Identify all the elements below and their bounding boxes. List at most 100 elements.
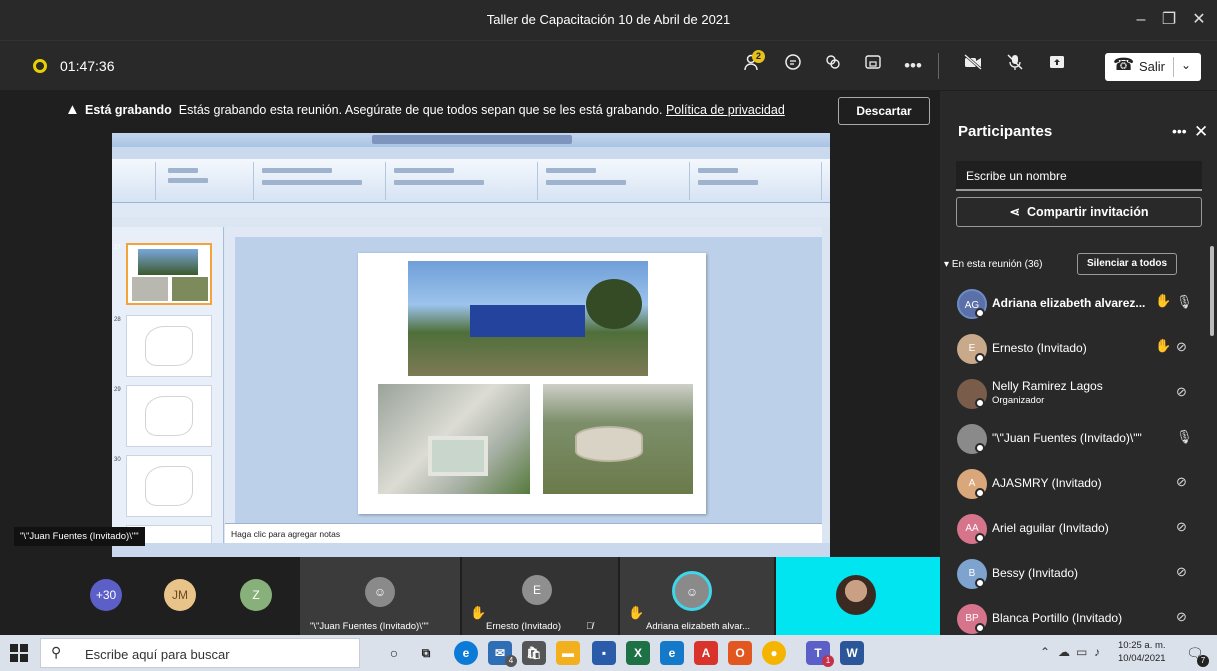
- edge-icon[interactable]: e: [454, 641, 478, 665]
- participant-name: "\"Juan Fuentes (Invitado)\"": [992, 431, 1142, 445]
- slide-thumbnail[interactable]: [126, 455, 212, 517]
- video-strip: +30 JM Z ☺ "\"Juan Fuentes (Invitado)\""…: [0, 557, 940, 635]
- chevron-down-icon[interactable]: ⌄: [1181, 58, 1191, 72]
- reactions-button[interactable]: [820, 53, 846, 79]
- word-icon[interactable]: W: [840, 641, 864, 665]
- recording-text: Estás grabando esta reunión. Asegúrate d…: [178, 103, 663, 117]
- dismiss-button[interactable]: Descartar: [838, 97, 930, 125]
- raised-hand-icon: ✋: [628, 605, 645, 620]
- mic-off-icon: 🎙̸: [586, 621, 594, 632]
- presence-status-icon: [975, 488, 985, 498]
- thumb-photo: [132, 277, 168, 301]
- slide-thumbnail[interactable]: [126, 315, 212, 377]
- editor-scrollbar[interactable]: [822, 227, 830, 523]
- rooms-button[interactable]: [860, 53, 886, 79]
- window-title-bar: Taller de Capacitación 10 de Abril de 20…: [0, 0, 1217, 40]
- privacy-link[interactable]: Política de privacidad: [666, 103, 785, 117]
- participant-row[interactable]: A AJASMRY (Invitado) ⊘: [940, 463, 1217, 503]
- participant-row[interactable]: B Bessy (Invitado) ⊘: [940, 553, 1217, 593]
- office-icon[interactable]: O: [728, 641, 752, 665]
- video-tile[interactable]: ☺ "\"Juan Fuentes (Invitado)\"": [300, 557, 460, 635]
- slide-number: 28: [114, 317, 121, 323]
- excel-icon[interactable]: X: [626, 641, 650, 665]
- self-video-tile[interactable]: [776, 557, 940, 635]
- restore-button[interactable]: ❐: [1156, 8, 1182, 32]
- tray-chevron-icon[interactable]: ⌃: [1040, 645, 1050, 659]
- app-icon[interactable]: ▪: [592, 641, 616, 665]
- reactions-icon: [826, 55, 840, 69]
- mute-all-button[interactable]: Silenciar a todos: [1077, 253, 1177, 275]
- presence-status-icon: [975, 623, 985, 633]
- video-tile[interactable]: ☺ ✋ Adriana elizabeth alvar...: [620, 557, 774, 635]
- blue-tank: [470, 305, 585, 337]
- leave-meeting-button[interactable]: ☎ Salir ⌄: [1105, 53, 1201, 81]
- presence-status-icon: [975, 443, 985, 453]
- share-screen-button[interactable]: [1044, 53, 1070, 79]
- camera-toggle-button[interactable]: [960, 53, 986, 79]
- notes-pane[interactable]: Haga clic para agregar notas: [225, 523, 822, 543]
- network-icon[interactable]: ▭: [1076, 645, 1087, 659]
- notifications-badge: 7: [1197, 655, 1209, 667]
- section-label: En esta reunión (36): [951, 259, 1043, 270]
- raised-hand-icon: ✋: [1155, 338, 1172, 353]
- slide-thumbnails: 27 28 29 30: [112, 227, 224, 557]
- participant-search-input[interactable]: Escribe un nombre: [956, 161, 1202, 191]
- participant-name: Nelly Ramirez Lagos: [992, 379, 1103, 393]
- close-window-button[interactable]: ✕: [1186, 8, 1212, 32]
- app-status-bar: [112, 543, 830, 557]
- participant-row[interactable]: Nelly Ramirez Lagos Organizador ⊘: [940, 373, 1217, 413]
- file-explorer-icon[interactable]: ▬: [556, 641, 580, 665]
- mic-toggle-button[interactable]: [1002, 53, 1028, 79]
- mic-off-icon: ⊘: [1176, 474, 1187, 489]
- chrome-icon[interactable]: ●: [762, 641, 786, 665]
- slide-thumbnail[interactable]: [126, 385, 212, 447]
- clock-date: 10/04/2021: [1118, 653, 1166, 664]
- rooms-icon: [865, 55, 881, 69]
- presence-status-icon: [975, 353, 985, 363]
- more-icon: •••: [904, 56, 922, 75]
- share-invite-button[interactable]: ⋖ Compartir invitación: [956, 197, 1202, 227]
- volume-icon[interactable]: ♪: [1094, 645, 1100, 659]
- in-meeting-section[interactable]: ▾ En esta reunión (36): [944, 259, 1042, 270]
- participant-row[interactable]: BP Blanca Portillo (Invitado) ⊘: [940, 598, 1217, 638]
- video-tile[interactable]: E ✋ Ernesto (Invitado) 🎙̸: [462, 557, 618, 635]
- slide-thumbnail[interactable]: [126, 243, 212, 305]
- cortana-icon[interactable]: ○: [382, 641, 406, 665]
- vertical-ruler: [225, 237, 235, 523]
- app-title-blurred: [372, 135, 572, 144]
- clock-time: 10:25 a. m.: [1118, 640, 1166, 651]
- minimize-button[interactable]: –: [1128, 8, 1154, 32]
- avatar[interactable]: JM: [164, 579, 196, 611]
- task-view-icon[interactable]: ⧉: [414, 641, 438, 665]
- mic-off-icon: ⊘: [1176, 519, 1187, 534]
- taskbar-search-placeholder: Escribe aquí para buscar: [85, 647, 230, 662]
- participant-row[interactable]: AA Ariel aguilar (Invitado) ⊘: [940, 508, 1217, 548]
- quick-access-toolbar: [112, 203, 830, 217]
- more-participants-button[interactable]: +30: [90, 579, 122, 611]
- ribbon-group: [388, 162, 538, 200]
- panel-scrollbar[interactable]: [1210, 246, 1214, 336]
- more-options-button[interactable]: •••: [900, 53, 926, 79]
- taskbar-clock[interactable]: 10:25 a. m. 10/04/2021: [1118, 639, 1166, 665]
- ie-icon[interactable]: e: [660, 641, 684, 665]
- participant-row[interactable]: "\"Juan Fuentes (Invitado)\"" 🎙: [940, 418, 1217, 458]
- ribbon-group: [692, 162, 822, 200]
- chat-button[interactable]: [780, 53, 806, 79]
- slide-number: 29: [114, 387, 121, 393]
- pdf-icon[interactable]: A: [694, 641, 718, 665]
- store-icon[interactable]: 🛍: [522, 641, 546, 665]
- panel-more-icon[interactable]: •••: [1172, 123, 1187, 139]
- avatar[interactable]: Z: [240, 579, 272, 611]
- taskbar-search-input[interactable]: ⚲ Escribe aquí para buscar: [40, 638, 360, 668]
- participants-badge: 2: [752, 50, 765, 63]
- app-title-bar: [112, 133, 830, 147]
- presence-status-icon: [975, 308, 985, 318]
- share-invite-label: Compartir invitación: [1026, 205, 1149, 219]
- participant-row[interactable]: E Ernesto (Invitado) ✋ ⊘: [940, 328, 1217, 368]
- onedrive-icon[interactable]: ☁: [1058, 645, 1070, 659]
- start-icon[interactable]: [10, 644, 28, 662]
- ribbon-group: [116, 162, 156, 200]
- participant-row[interactable]: AG Adriana elizabeth alvarez... ✋ 🎙: [940, 283, 1217, 323]
- leave-label: Salir: [1139, 59, 1166, 74]
- close-icon[interactable]: ✕: [1194, 122, 1208, 142]
